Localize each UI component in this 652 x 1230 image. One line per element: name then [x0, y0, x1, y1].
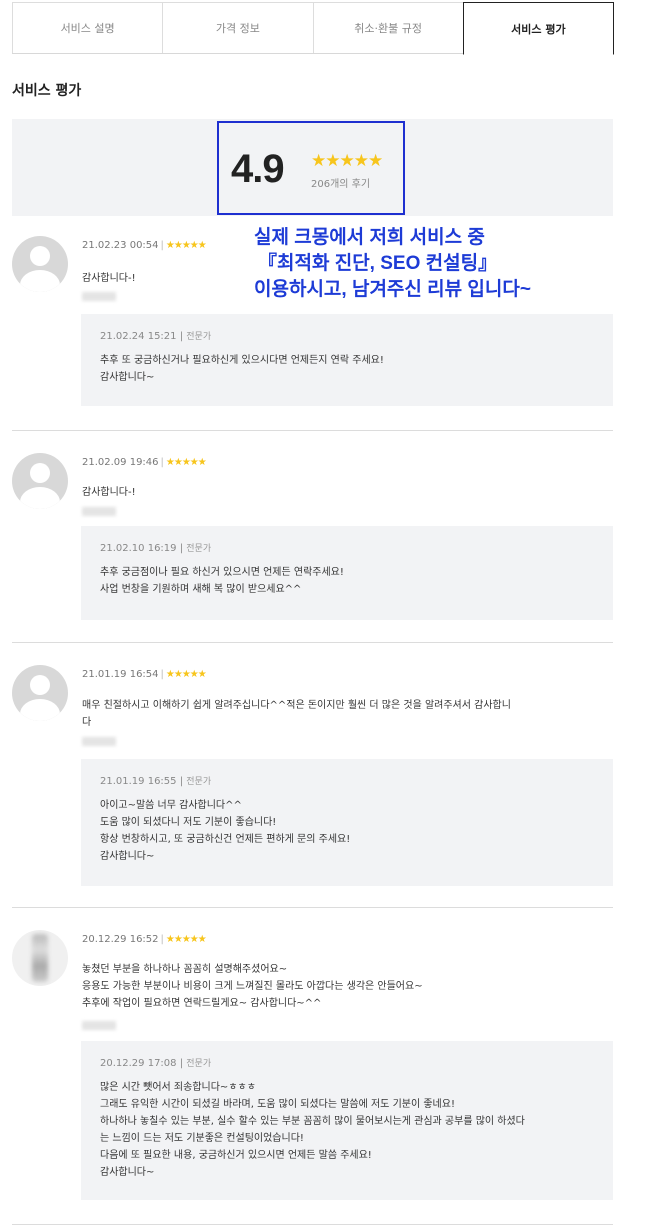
review-meta: 21.02.23 00:54 | ★★★★★	[82, 240, 207, 251]
review-date: 21.02.09 19:46	[82, 457, 159, 468]
reply-meta: 21.02.24 15:21 | 전문가	[100, 331, 212, 342]
review-date: 20.12.29 16:52	[82, 934, 159, 945]
tab-price-info[interactable]: 가격 정보	[162, 2, 314, 53]
review-meta: 20.12.29 16:52 | ★★★★★	[82, 934, 207, 945]
masked-username	[82, 507, 116, 516]
reply-text: 추후 궁금점이나 필요 하신거 있으시면 언제든 연락주세요! 사업 번창을 기…	[100, 567, 344, 595]
reply-meta: 20.12.29 17:08 | 전문가	[100, 1058, 212, 1069]
reply-meta: 21.01.19 16:55 | 전문가	[100, 776, 212, 787]
reply-role: 전문가	[186, 777, 212, 787]
star-rating-icon: ★★★★★	[311, 151, 383, 171]
section-title: 서비스 평가	[12, 83, 82, 99]
star-icon: ★★★★★	[165, 240, 207, 251]
tab-service-review[interactable]: 서비스 평가	[462, 2, 614, 55]
reply-text: 아이고~말씀 너무 감사합니다^^ 도움 많이 되셨다니 저도 기분이 좋습니다…	[100, 800, 351, 862]
expert-reply: 21.02.24 15:21 | 전문가 추후 또 궁금하신거나 필요하신게 있…	[81, 314, 613, 406]
review-item: 21.02.23 00:54 | ★★★★★ 감사합니다-! 21.02.24 15…	[12, 236, 613, 416]
masked-username	[82, 292, 116, 301]
masked-username	[82, 1021, 116, 1030]
reply-date: 21.01.19 16:55	[100, 776, 177, 787]
rating-summary: 4.9 ★★★★★ 206개의 후기	[12, 119, 613, 216]
review-count: 206개의 후기	[311, 179, 371, 190]
expert-reply: 21.01.19 16:55 | 전문가 아이고~말씀 너무 감사합니다^^ 도…	[81, 759, 613, 886]
rating-highlight-box: 4.9 ★★★★★ 206개의 후기	[217, 121, 405, 215]
reply-meta: 21.02.10 16:19 | 전문가	[100, 543, 212, 554]
tab-refund-policy[interactable]: 취소·환불 규정	[312, 2, 464, 53]
divider	[12, 642, 613, 643]
reply-date: 21.02.24 15:21	[100, 331, 177, 342]
reply-text: 많은 시간 뺏어서 죄송합니다~ㅎㅎㅎ 그래도 유익한 시간이 되셨길 바라며,…	[100, 1082, 525, 1178]
reply-role: 전문가	[186, 544, 212, 554]
masked-username	[82, 737, 116, 746]
review-text: 감사합니다-!	[82, 487, 136, 498]
divider	[12, 1224, 613, 1225]
review-text: 매우 친절하시고 이해하기 쉽게 알려주십니다^^적은 돈이지만 훨씬 더 많은…	[82, 700, 511, 728]
star-icon: ★★★★★	[165, 934, 207, 945]
review-item: 21.02.09 19:46 | ★★★★★ 감사합니다-! 21.02.10 16…	[12, 453, 613, 628]
review-meta: 21.01.19 16:54 | ★★★★★	[82, 669, 207, 680]
avatar	[12, 665, 68, 721]
tab-bar: 서비스 설명 가격 정보 취소·환불 규정 서비스 평가	[12, 2, 614, 55]
reply-role: 전문가	[186, 332, 212, 342]
review-item: 21.01.19 16:54 | ★★★★★ 매우 친절하시고 이해하기 쉽게 알려…	[12, 665, 613, 890]
reply-date: 21.02.10 16:19	[100, 543, 177, 554]
average-score: 4.9	[231, 147, 285, 191]
review-meta: 21.02.09 19:46 | ★★★★★	[82, 457, 207, 468]
avatar	[12, 236, 68, 292]
reply-role: 전문가	[186, 1059, 212, 1069]
expert-reply: 21.02.10 16:19 | 전문가 추후 궁금점이나 필요 하신거 있으시…	[81, 526, 613, 620]
reply-text: 추후 또 궁금하신거나 필요하신게 있으시다면 언제든지 연락 주세요! 감사합…	[100, 355, 384, 383]
divider	[12, 907, 613, 908]
review-date: 21.02.23 00:54	[82, 240, 159, 251]
review-text: 감사합니다-!	[82, 273, 136, 284]
review-text: 놓쳤던 부분을 하나하나 꼼꼼히 설명해주셨어요~ 응용도 가능한 부분이나 비…	[82, 964, 423, 1009]
review-date: 21.01.19 16:54	[82, 669, 159, 680]
reply-date: 20.12.29 17:08	[100, 1058, 177, 1069]
star-icon: ★★★★★	[165, 457, 207, 468]
avatar	[12, 930, 68, 986]
expert-reply: 20.12.29 17:08 | 전문가 많은 시간 뺏어서 죄송합니다~ㅎㅎㅎ…	[81, 1041, 613, 1200]
star-icon: ★★★★★	[165, 669, 207, 680]
divider	[12, 430, 613, 431]
avatar	[12, 453, 68, 509]
review-item: 20.12.29 16:52 | ★★★★★ 놓쳤던 부분을 하나하나 꼼꼼히 설명…	[12, 930, 613, 1210]
tab-service-description[interactable]: 서비스 설명	[12, 2, 164, 53]
